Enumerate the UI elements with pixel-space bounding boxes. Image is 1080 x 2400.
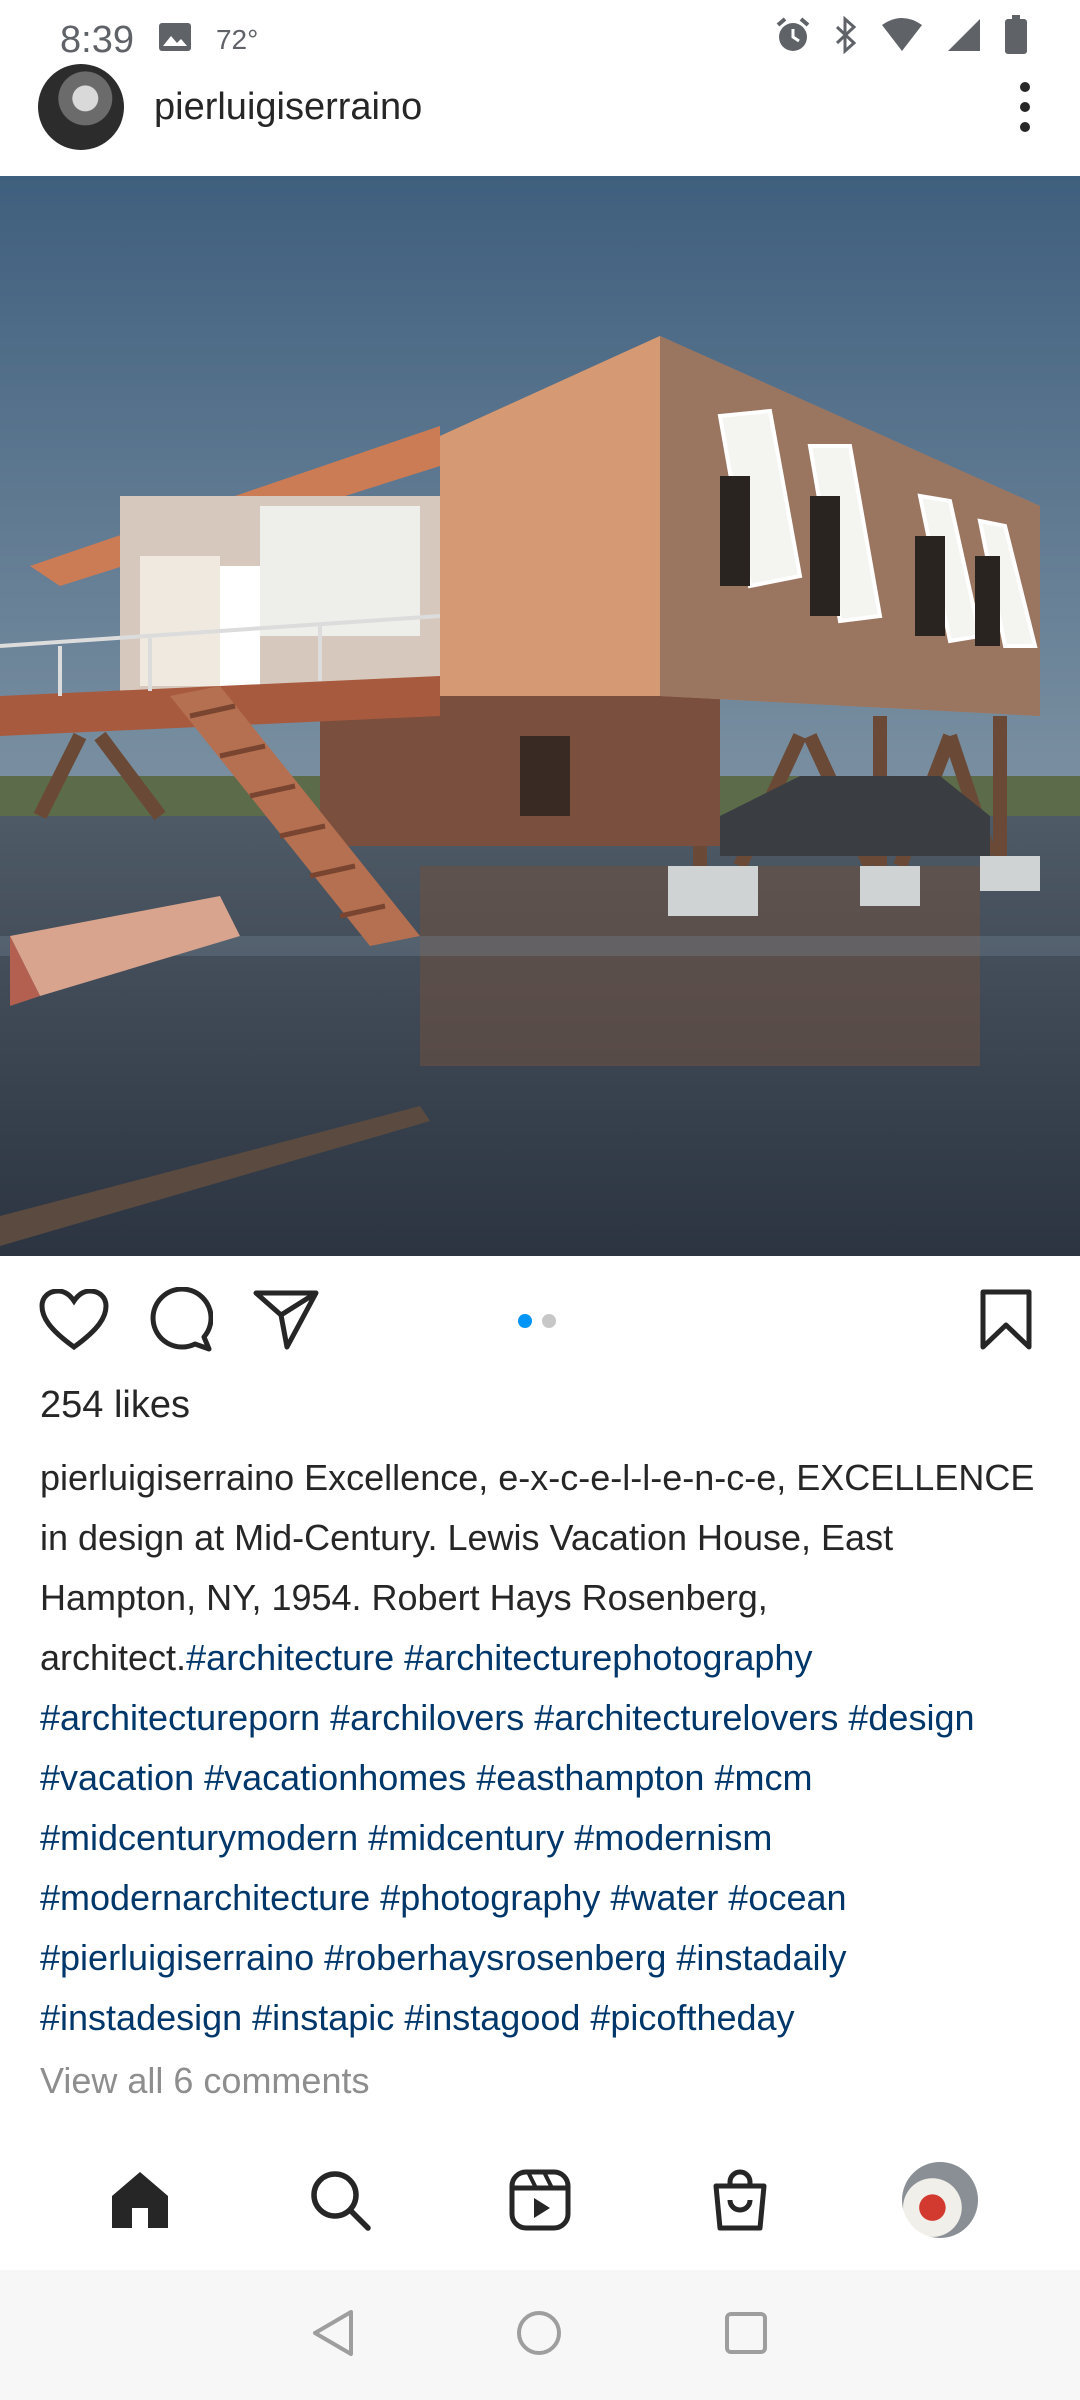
search-icon [311,2171,371,2231]
bookmark-icon [980,1289,1032,1350]
post-caption: pierluigiserraino Excellence, e-x-c-e-l-… [40,1448,1050,2048]
battery-icon [1004,15,1028,65]
recents-button[interactable] [723,2310,769,2361]
nav-reels[interactable] [500,2160,580,2240]
post-action-bar [0,1270,1080,1370]
bluetooth-icon [834,15,858,64]
carousel-indicator [518,1314,556,1328]
profile-avatar [902,2162,978,2238]
home-circle-icon [517,2310,561,2355]
alarm-icon [774,16,812,64]
status-time: 8:39 [60,18,134,61]
carousel-dot [542,1314,556,1328]
view-comments-link[interactable]: View all 6 comments [40,2060,369,2102]
nav-profile[interactable] [900,2160,980,2240]
nav-home[interactable] [100,2160,180,2240]
heart-icon [39,1289,109,1351]
nav-search[interactable] [300,2160,380,2240]
post-header: pierluigiserraino [0,64,1080,176]
home-icon [112,2172,168,2228]
recents-square-icon [725,2311,767,2354]
back-triangle-icon [313,2309,353,2356]
image-icon [158,19,192,62]
carousel-dot-active [518,1314,532,1328]
comment-button[interactable] [142,1282,218,1358]
shop-icon [713,2169,767,2231]
reels-icon [509,2169,571,2231]
more-options-button[interactable] [1010,82,1040,132]
system-navigation-bar [0,2270,1080,2400]
post-image[interactable] [0,176,1080,1256]
signal-icon [946,17,982,63]
caption-username[interactable]: pierluigiserraino [40,1457,294,1498]
likes-count[interactable]: 254 likes [40,1384,190,1427]
nav-shop[interactable] [700,2160,780,2240]
like-button[interactable] [36,1282,112,1358]
send-icon [253,1290,319,1350]
comment-icon [150,1287,213,1352]
caption-hashtags[interactable]: #architecture #architecturephotography #… [40,1637,975,2038]
dot-icon [1020,122,1030,132]
back-button[interactable] [311,2308,355,2363]
wifi-icon [880,17,924,63]
save-button[interactable] [968,1282,1044,1358]
user-avatar[interactable] [38,64,124,150]
share-button[interactable] [248,1282,324,1358]
status-temperature: 72° [215,24,259,55]
home-button[interactable] [515,2309,563,2362]
dot-icon [1020,82,1030,92]
dot-icon [1020,102,1030,112]
bottom-navigation [0,2150,1080,2250]
post-username[interactable]: pierluigiserraino [154,86,422,129]
